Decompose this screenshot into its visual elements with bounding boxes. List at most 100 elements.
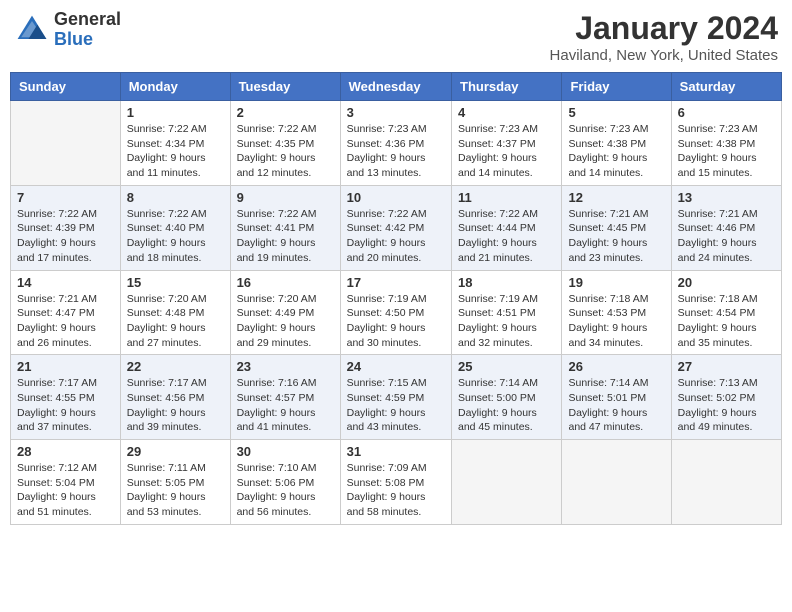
calendar-cell: 16 Sunrise: 7:20 AMSunset: 4:49 PMDayligh… [230,270,340,355]
day-number: 25 [458,359,555,374]
cell-details: Sunrise: 7:23 AMSunset: 4:37 PMDaylight:… [458,122,555,181]
day-number: 11 [458,190,555,205]
day-number: 6 [678,105,775,120]
calendar-cell: 13 Sunrise: 7:21 AMSunset: 4:46 PMDayligh… [671,185,781,270]
cell-details: Sunrise: 7:22 AMSunset: 4:40 PMDaylight:… [127,207,224,266]
calendar-cell: 1 Sunrise: 7:22 AMSunset: 4:34 PMDaylight… [120,101,230,186]
weekday-header-monday: Monday [120,73,230,101]
day-number: 1 [127,105,224,120]
logo: General Blue [14,10,121,50]
calendar-cell: 23 Sunrise: 7:16 AMSunset: 4:57 PMDayligh… [230,355,340,440]
weekday-header-friday: Friday [562,73,671,101]
calendar-cell: 30 Sunrise: 7:10 AMSunset: 5:06 PMDayligh… [230,440,340,525]
calendar-header-row: SundayMondayTuesdayWednesdayThursdayFrid… [11,73,782,101]
calendar-cell: 27 Sunrise: 7:13 AMSunset: 5:02 PMDayligh… [671,355,781,440]
day-number: 18 [458,275,555,290]
day-number: 14 [17,275,114,290]
weekday-header-tuesday: Tuesday [230,73,340,101]
calendar-cell: 15Sunrise: 7:20 AMSunset: 4:48 PMDayligh… [120,270,230,355]
cell-details: Sunrise: 7:10 AMSunset: 5:06 PMDaylight:… [237,461,334,520]
calendar-cell: 11 Sunrise: 7:22 AMSunset: 4:44 PMDayligh… [452,185,562,270]
day-number: 27 [678,359,775,374]
cell-details: Sunrise: 7:17 AMSunset: 4:56 PMDaylight:… [127,376,224,435]
cell-details: Sunrise: 7:22 AMSunset: 4:39 PMDaylight:… [17,207,114,266]
calendar-cell: 17 Sunrise: 7:19 AMSunset: 4:50 PMDayligh… [340,270,451,355]
cell-details: Sunrise: 7:14 AMSunset: 5:01 PMDaylight:… [568,376,664,435]
cell-details: Sunrise: 7:21 AMSunset: 4:46 PMDaylight:… [678,207,775,266]
cell-details: Sunrise: 7:22 AMSunset: 4:44 PMDaylight:… [458,207,555,266]
calendar-cell: 26Sunrise: 7:14 AMSunset: 5:01 PMDayligh… [562,355,671,440]
calendar-cell [671,440,781,525]
cell-details: Sunrise: 7:15 AMSunset: 4:59 PMDaylight:… [347,376,445,435]
day-number: 19 [568,275,664,290]
calendar-week-row: 21 Sunrise: 7:17 AMSunset: 4:55 PMDayligh… [11,355,782,440]
day-number: 17 [347,275,445,290]
day-number: 22 [127,359,224,374]
calendar-cell: 12 Sunrise: 7:21 AMSunset: 4:45 PMDayligh… [562,185,671,270]
calendar-cell: 31 Sunrise: 7:09 AMSunset: 5:08 PMDayligh… [340,440,451,525]
cell-details: Sunrise: 7:22 AMSunset: 4:34 PMDaylight:… [127,122,224,181]
day-number: 4 [458,105,555,120]
calendar-cell: 18 Sunrise: 7:19 AMSunset: 4:51 PMDayligh… [452,270,562,355]
calendar-cell: 8 Sunrise: 7:22 AMSunset: 4:40 PMDaylight… [120,185,230,270]
calendar-cell [452,440,562,525]
weekday-header-wednesday: Wednesday [340,73,451,101]
calendar-cell: 28Sunrise: 7:12 AMSunset: 5:04 PMDayligh… [11,440,121,525]
calendar-cell: 29 Sunrise: 7:11 AMSunset: 5:05 PMDayligh… [120,440,230,525]
cell-details: Sunrise: 7:22 AMSunset: 4:42 PMDaylight:… [347,207,445,266]
calendar-cell: 7 Sunrise: 7:22 AMSunset: 4:39 PMDaylight… [11,185,121,270]
cell-details: Sunrise: 7:17 AMSunset: 4:55 PMDaylight:… [17,376,114,435]
logo-general-text: General [54,10,121,30]
logo-text: General Blue [54,10,121,50]
calendar-week-row: 1 Sunrise: 7:22 AMSunset: 4:34 PMDaylight… [11,101,782,186]
cell-details: Sunrise: 7:21 AMSunset: 4:45 PMDaylight:… [568,207,664,266]
cell-details: Sunrise: 7:16 AMSunset: 4:57 PMDaylight:… [237,376,334,435]
location-text: Haviland, New York, United States [550,47,778,64]
day-number: 16 [237,275,334,290]
cell-details: Sunrise: 7:22 AMSunset: 4:41 PMDaylight:… [237,207,334,266]
day-number: 23 [237,359,334,374]
cell-details: Sunrise: 7:22 AMSunset: 4:35 PMDaylight:… [237,122,334,181]
day-number: 13 [678,190,775,205]
calendar-cell: 21 Sunrise: 7:17 AMSunset: 4:55 PMDayligh… [11,355,121,440]
calendar-cell: 22 Sunrise: 7:17 AMSunset: 4:56 PMDayligh… [120,355,230,440]
cell-details: Sunrise: 7:18 AMSunset: 4:54 PMDaylight:… [678,292,775,351]
day-number: 8 [127,190,224,205]
cell-details: Sunrise: 7:23 AMSunset: 4:38 PMDaylight:… [568,122,664,181]
cell-details: Sunrise: 7:09 AMSunset: 5:08 PMDaylight:… [347,461,445,520]
day-number: 5 [568,105,664,120]
calendar-cell: 3Sunrise: 7:23 AMSunset: 4:36 PMDaylight… [340,101,451,186]
cell-details: Sunrise: 7:13 AMSunset: 5:02 PMDaylight:… [678,376,775,435]
day-number: 21 [17,359,114,374]
weekday-header-sunday: Sunday [11,73,121,101]
calendar-cell: 24 Sunrise: 7:15 AMSunset: 4:59 PMDayligh… [340,355,451,440]
day-number: 3 [347,105,445,120]
calendar-cell: 6 Sunrise: 7:23 AMSunset: 4:38 PMDaylight… [671,101,781,186]
cell-details: Sunrise: 7:19 AMSunset: 4:50 PMDaylight:… [347,292,445,351]
weekday-header-thursday: Thursday [452,73,562,101]
logo-icon [14,12,50,48]
cell-details: Sunrise: 7:19 AMSunset: 4:51 PMDaylight:… [458,292,555,351]
day-number: 29 [127,444,224,459]
calendar-week-row: 28Sunrise: 7:12 AMSunset: 5:04 PMDayligh… [11,440,782,525]
calendar-cell [562,440,671,525]
cell-details: Sunrise: 7:18 AMSunset: 4:53 PMDaylight:… [568,292,664,351]
calendar-cell: 4 Sunrise: 7:23 AMSunset: 4:37 PMDaylight… [452,101,562,186]
day-number: 7 [17,190,114,205]
cell-details: Sunrise: 7:20 AMSunset: 4:49 PMDaylight:… [237,292,334,351]
calendar-cell: 9Sunrise: 7:22 AMSunset: 4:41 PMDaylight… [230,185,340,270]
day-number: 31 [347,444,445,459]
calendar-table: SundayMondayTuesdayWednesdayThursdayFrid… [10,72,782,525]
calendar-week-row: 7 Sunrise: 7:22 AMSunset: 4:39 PMDaylight… [11,185,782,270]
logo-blue-text: Blue [54,30,121,50]
cell-details: Sunrise: 7:14 AMSunset: 5:00 PMDaylight:… [458,376,555,435]
calendar-cell: 2 Sunrise: 7:22 AMSunset: 4:35 PMDaylight… [230,101,340,186]
day-number: 2 [237,105,334,120]
day-number: 24 [347,359,445,374]
cell-details: Sunrise: 7:21 AMSunset: 4:47 PMDaylight:… [17,292,114,351]
cell-details: Sunrise: 7:12 AMSunset: 5:04 PMDaylight:… [17,461,114,520]
cell-details: Sunrise: 7:23 AMSunset: 4:38 PMDaylight:… [678,122,775,181]
day-number: 30 [237,444,334,459]
cell-details: Sunrise: 7:11 AMSunset: 5:05 PMDaylight:… [127,461,224,520]
day-number: 12 [568,190,664,205]
